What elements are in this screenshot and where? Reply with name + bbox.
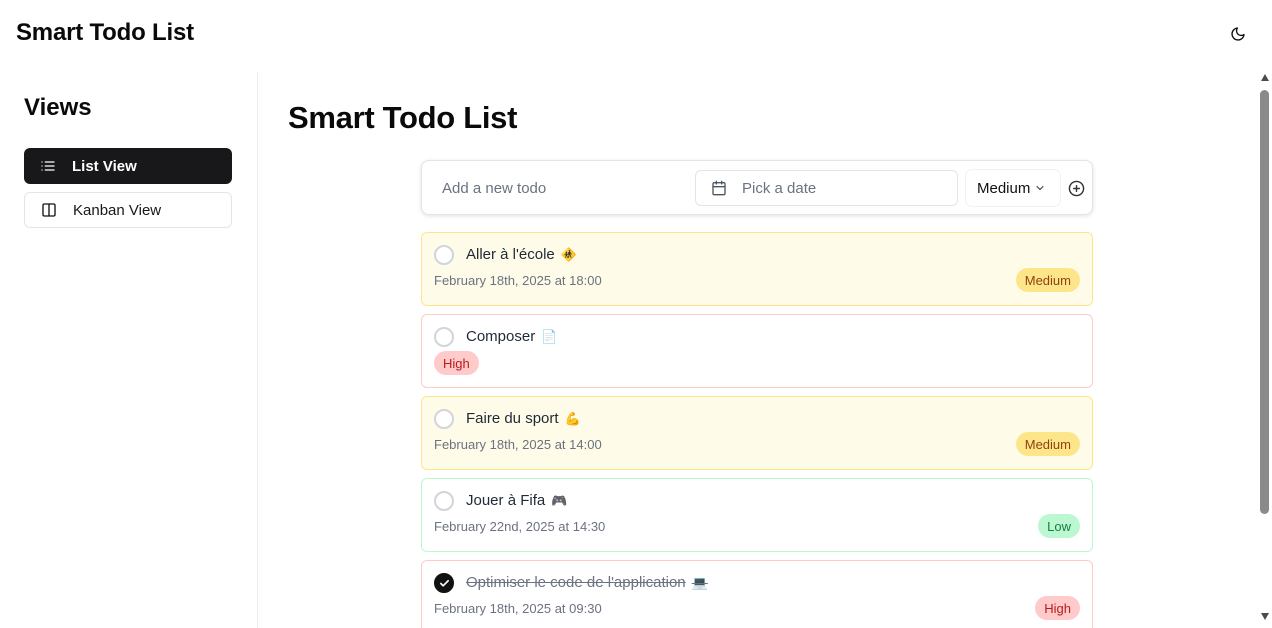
- todo-emoji: 🎮: [551, 493, 568, 508]
- todo-item: Faire du sport 💪 February 18th, 2025 at 1…: [421, 396, 1093, 470]
- scroll-down-arrow-icon[interactable]: [1261, 613, 1269, 620]
- add-todo-form: Pick a date Medium: [421, 160, 1093, 215]
- todo-date: February 18th, 2025 at 18:00: [434, 273, 602, 288]
- scroll-up-arrow-icon[interactable]: [1261, 74, 1269, 81]
- add-todo-button[interactable]: [1066, 178, 1086, 198]
- sidebar-item-kanban-view[interactable]: Kanban View: [24, 192, 232, 228]
- todo-emoji: 📄: [541, 329, 558, 344]
- theme-toggle-button[interactable]: [1227, 23, 1249, 45]
- todo-checkbox[interactable]: [434, 245, 454, 265]
- sidebar-title: Views: [24, 94, 92, 121]
- plus-circle-icon: [1068, 180, 1084, 196]
- todo-title: Jouer à Fifa 🎮: [466, 492, 567, 509]
- todo-emoji: 💪: [564, 411, 581, 426]
- todo-title: Composer 📄: [466, 328, 557, 345]
- todo-date: February 18th, 2025 at 14:00: [434, 437, 602, 452]
- priority-badge: Medium: [1015, 432, 1080, 456]
- todo-checkbox[interactable]: [434, 409, 454, 429]
- priority-select-value: Medium: [977, 179, 1031, 197]
- check-icon: [439, 579, 449, 587]
- todo-title: Optimiser le code de l'application 💻: [466, 574, 708, 591]
- todo-checkbox[interactable]: [434, 327, 454, 347]
- todo-item: Aller à l'école 🚸 February 18th, 2025 at …: [421, 232, 1093, 306]
- page-title: Smart Todo List: [288, 100, 518, 135]
- todo-title: Faire du sport 💪: [466, 410, 581, 427]
- todo-date: February 22nd, 2025 at 14:30: [434, 519, 606, 534]
- priority-badge: High: [1035, 596, 1080, 620]
- priority-badge: Medium: [1015, 268, 1080, 292]
- todo-date: February 18th, 2025 at 09:30: [434, 601, 602, 616]
- todo-emoji: 🚸: [560, 247, 577, 262]
- priority-badge: High: [434, 351, 479, 375]
- scrollbar[interactable]: [1258, 72, 1272, 628]
- todo-title-text: Faire du sport: [466, 410, 559, 427]
- calendar-icon: [711, 180, 727, 196]
- chevron-down-icon: [1034, 182, 1046, 194]
- columns-icon: [40, 201, 58, 219]
- todo-item: Composer 📄 High: [421, 314, 1093, 388]
- new-todo-input[interactable]: [434, 171, 694, 205]
- date-picker-button[interactable]: Pick a date: [695, 170, 958, 206]
- sidebar-item-label: Kanban View: [73, 201, 162, 219]
- todo-emoji: 💻: [691, 575, 708, 590]
- date-picker-placeholder: Pick a date: [742, 179, 817, 197]
- sidebar-item-list-view[interactable]: List View: [24, 148, 232, 184]
- list-icon: [39, 157, 57, 175]
- todo-title-text: Jouer à Fifa: [466, 492, 546, 509]
- priority-badge: Low: [1038, 514, 1080, 538]
- scroll-thumb[interactable]: [1260, 90, 1269, 514]
- todo-title-text: Optimiser le code de l'application: [466, 574, 686, 591]
- moon-icon: [1231, 27, 1245, 41]
- sidebar-item-label: List View: [72, 157, 137, 175]
- todo-title: Aller à l'école 🚸: [466, 246, 577, 263]
- app-title: Smart Todo List: [16, 19, 194, 46]
- sidebar: Views List View Kanban View: [0, 72, 258, 628]
- todo-title-text: Composer: [466, 328, 536, 345]
- todo-item: Jouer à Fifa 🎮 February 22nd, 2025 at 14:…: [421, 478, 1093, 552]
- todo-checkbox[interactable]: [434, 573, 454, 593]
- todo-checkbox[interactable]: [434, 491, 454, 511]
- priority-select[interactable]: Medium: [966, 170, 1060, 206]
- todo-title-text: Aller à l'école: [466, 246, 555, 263]
- todo-item: Optimiser le code de l'application 💻 Febr…: [421, 560, 1093, 628]
